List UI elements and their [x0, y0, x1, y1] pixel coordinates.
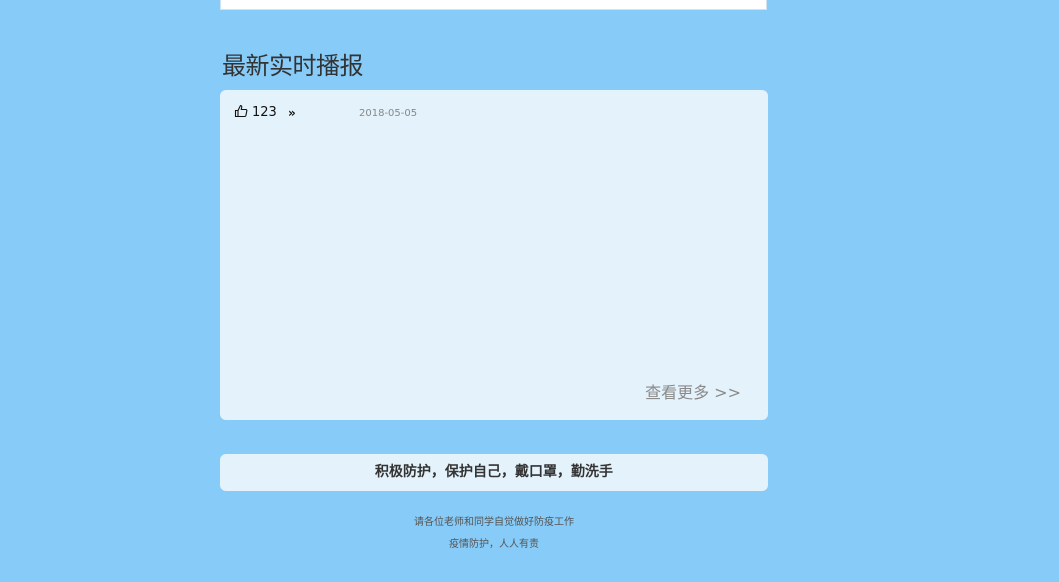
section-title: 最新实时播报 [222, 52, 364, 80]
news-date: 2018-05-05 [359, 108, 418, 119]
footer: 请各位老师和同学自觉做好防疫工作 疫情防护，人人有责 [220, 512, 768, 556]
footer-slogan-line: 疫情防护，人人有责 [449, 539, 539, 550]
footer-notice-line: 请各位老师和同学自觉做好防疫工作 [414, 517, 574, 528]
top-panel [220, 0, 767, 10]
like-count: 123 [252, 105, 277, 120]
double-chevron-right-icon[interactable]: » [288, 106, 296, 120]
news-card: 123 » 2018-05-05 查看更多 >> [220, 90, 768, 420]
view-more-link[interactable]: 查看更多 >> [645, 383, 741, 403]
thumbs-up-icon[interactable] [234, 104, 248, 118]
slogan-banner: 积极防护，保护自己，戴口罩，勤洗手 [220, 454, 768, 491]
news-item[interactable]: 123 » 2018-05-05 [234, 104, 634, 124]
